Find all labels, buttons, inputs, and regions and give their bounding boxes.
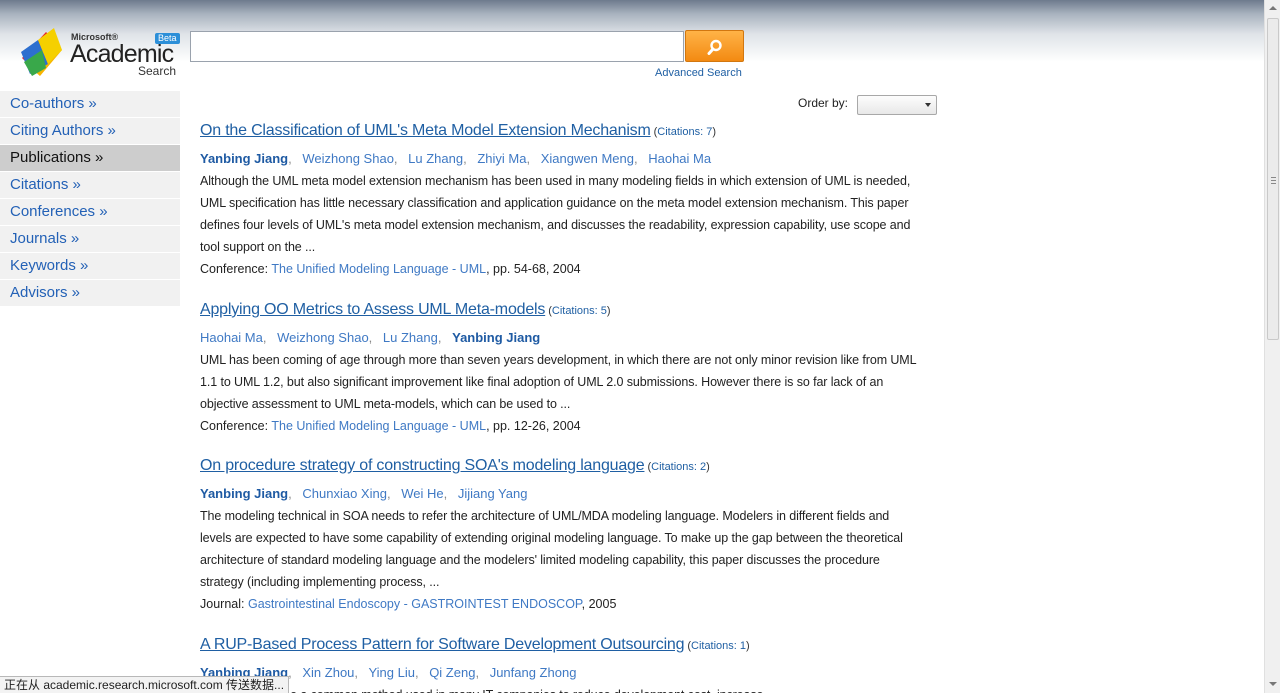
citations-count: (Citations: 5) [548,305,611,317]
author-link[interactable]: Chunxiao Xing [302,486,387,501]
sidebar-item-citations[interactable]: Citations » [0,172,180,198]
author-link[interactable]: Zhiyi Ma [477,151,526,166]
author-link[interactable]: Ying Liu [368,665,415,680]
grip-icon [1271,177,1276,184]
author-link[interactable]: Yanbing Jiang [200,486,288,501]
scrollbar-thumb[interactable] [1267,18,1279,340]
vertical-scrollbar[interactable] [1264,0,1280,693]
publication-venue: Conference: The Unified Modeling Languag… [200,262,581,276]
publication-title[interactable]: On the Classification of UML's Meta Mode… [200,122,651,139]
scroll-down-icon[interactable] [1269,682,1277,686]
author-link[interactable]: Qi Zeng [429,665,475,680]
chevron-down-icon [925,103,931,107]
venue-link[interactable]: The Unified Modeling Language - UML [271,262,486,276]
sidebar-item-advisors[interactable]: Advisors » [0,280,180,306]
academic-search-logo[interactable]: Microsoft® Beta Academic Search [18,24,180,80]
sidebar-item-publications[interactable]: Publications » [0,145,180,171]
author-link[interactable]: Wei He [401,486,443,501]
publication-venue: Conference: The Unified Modeling Languag… [200,419,581,433]
author-link[interactable]: Xiangwen Meng [541,151,634,166]
citations-link[interactable]: Citations: 2 [651,461,706,473]
publication-item: On the Classification of UML's Meta Mode… [200,122,920,280]
publication-abstract: ...ing has become a common method used i… [200,684,920,693]
order-by-label: Order by: [798,96,849,110]
publication-venue: Journal: Gastrointestinal Endoscopy - GA… [200,597,617,611]
author-link[interactable]: Haohai Ma [648,151,711,166]
sidebar-item-citing-authors[interactable]: Citing Authors » [0,118,180,144]
author-link[interactable]: Junfang Zhong [490,665,577,680]
logo-search-text: Search [138,64,177,78]
search-icon [707,39,722,55]
sidebar-item-keywords[interactable]: Keywords » [0,253,180,279]
author-link[interactable]: Haohai Ma [200,330,263,345]
publication-abstract: The modeling technical in SOA needs to r… [200,509,903,589]
author-list: Yanbing Jiang, Weizhong Shao, Lu Zhang, … [200,151,712,166]
book-logo-icon [21,28,62,76]
author-link[interactable]: Lu Zhang [383,330,438,345]
sidebar-nav: Co-authors » Citing Authors » Publicatio… [0,91,180,307]
sidebar-item-journals[interactable]: Journals » [0,226,180,252]
header-bar: Microsoft® Beta Academic Search Advanced… [0,0,1264,88]
author-link[interactable]: Lu Zhang [408,151,463,166]
venue-link[interactable]: Gastrointestinal Endoscopy - GASTROINTES… [248,597,582,611]
author-link[interactable]: Weizhong Shao [277,330,369,345]
citations-count: (Citations: 2) [647,461,710,473]
publication-item: Applying OO Metrics to Assess UML Meta-m… [200,301,920,437]
scroll-up-icon[interactable] [1269,6,1277,10]
author-link[interactable]: Yanbing Jiang [200,151,288,166]
publication-abstract: Although the UML meta model extension me… [200,174,911,254]
search-input[interactable] [190,31,684,62]
citations-link[interactable]: Citations: 7 [657,126,712,138]
browser-status-bar: 正在从 academic.research.microsoft.com 传送数据… [0,676,290,693]
author-list: Yanbing Jiang, Chunxiao Xing, Wei He, Ji… [200,486,528,501]
citations-count: (Citations: 1) [687,640,750,652]
publication-title[interactable]: A RUP-Based Process Pattern for Software… [200,636,685,653]
publication-item: A RUP-Based Process Pattern for Software… [200,636,920,693]
sidebar-item-conferences[interactable]: Conferences » [0,199,180,225]
author-list: Yanbing Jiang, Xin Zhou, Ying Liu, Qi Ze… [200,665,577,680]
author-link[interactable]: Weizhong Shao [302,151,394,166]
venue-link[interactable]: The Unified Modeling Language - UML [271,419,486,433]
citations-link[interactable]: Citations: 1 [691,640,746,652]
citations-link[interactable]: Citations: 5 [552,305,607,317]
author-link[interactable]: Xin Zhou [302,665,354,680]
advanced-search-link[interactable]: Advanced Search [655,67,742,79]
search-button[interactable] [685,30,744,62]
citations-count: (Citations: 7) [653,126,716,138]
sidebar-item-co-authors[interactable]: Co-authors » [0,91,180,117]
publication-item: On procedure strategy of constructing SO… [200,457,920,615]
publication-title[interactable]: On procedure strategy of constructing SO… [200,457,645,474]
publication-abstract: UML has been coming of age through more … [200,353,917,411]
author-list: Haohai Ma, Weizhong Shao, Lu Zhang, Yanb… [200,330,541,345]
publication-title[interactable]: Applying OO Metrics to Assess UML Meta-m… [200,301,545,318]
author-link[interactable]: Yanbing Jiang [452,330,540,345]
order-by-select[interactable] [857,95,937,115]
author-link[interactable]: Jijiang Yang [458,486,528,501]
